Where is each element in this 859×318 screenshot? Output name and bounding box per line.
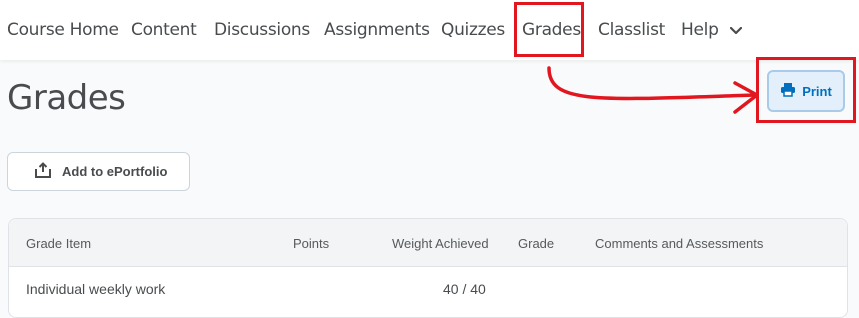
header-comments: Comments and Assessments (595, 236, 764, 251)
add-to-eportfolio-button[interactable]: Add to ePortfolio (7, 152, 190, 191)
print-button[interactable]: Print (767, 70, 845, 112)
printer-icon (780, 82, 796, 100)
print-button-label: Print (802, 83, 832, 99)
header-grade-item: Grade Item (26, 236, 92, 251)
header-points: Points (293, 236, 330, 251)
header-weight-achieved: Weight Achieved (392, 236, 489, 251)
grades-table-header: Grade Item Points Weight Achieved Grade … (9, 219, 847, 267)
eportfolio-icon (34, 161, 52, 182)
row-grade-item: Individual weekly work (26, 281, 166, 297)
row-weight-achieved: 40 / 40 (443, 281, 486, 297)
eportfolio-button-label: Add to ePortfolio (62, 164, 168, 179)
grades-table: Grade Item Points Weight Achieved Grade … (8, 218, 848, 318)
header-grade: Grade (518, 236, 555, 251)
